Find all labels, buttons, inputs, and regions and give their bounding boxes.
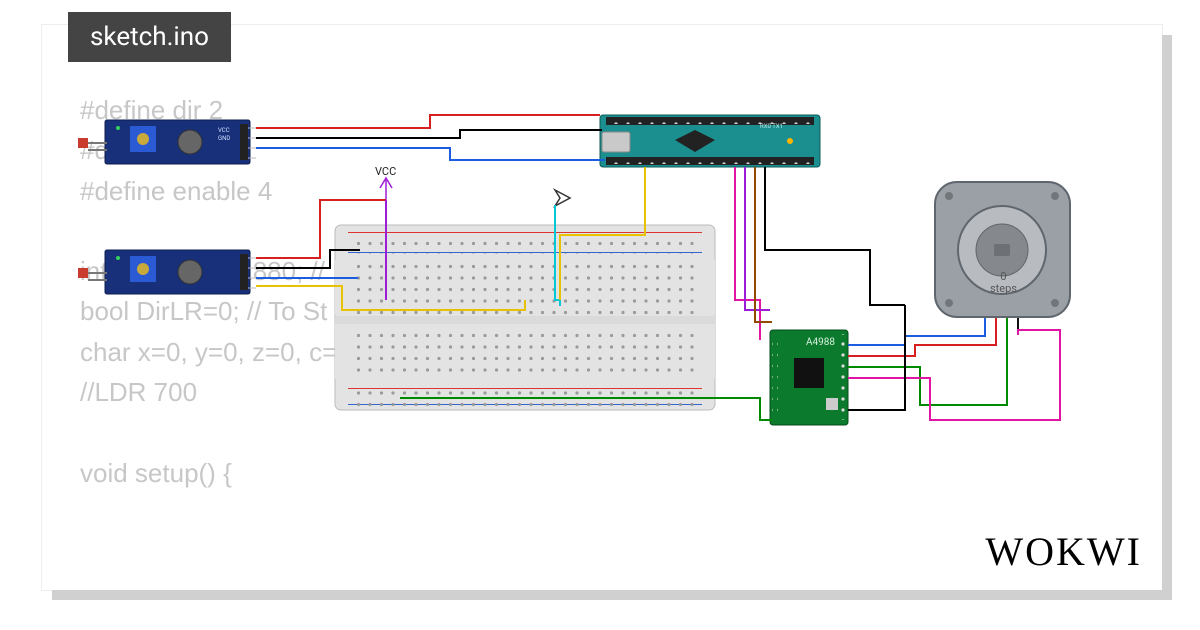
svg-text:RX0 TX1: RX0 TX1 — [760, 123, 783, 130]
stepper-steps-unit: steps — [990, 282, 1017, 295]
arduino-nano[interactable]: RX0 TX1 — [600, 115, 820, 167]
probe-arrow-icon — [555, 190, 570, 206]
vcc-arrow-icon — [380, 178, 392, 200]
vcc-label: VCC — [375, 165, 396, 178]
svg-text:A4988: A4988 — [806, 337, 835, 348]
stepper-readout: 0 steps — [990, 271, 1017, 295]
svg-text:GND: GND — [218, 135, 230, 142]
ldr-module-1[interactable]: VCC GND — [78, 120, 256, 164]
file-tab[interactable]: sketch.ino — [68, 12, 231, 62]
stepper-steps-value: 0 — [1000, 270, 1006, 283]
breadboard[interactable] — [335, 225, 715, 410]
stepper-motor[interactable] — [935, 182, 1070, 335]
ldr-module-2[interactable] — [78, 250, 256, 294]
svg-text:VCC: VCC — [218, 127, 230, 134]
a4988-driver[interactable]: A4988 — [770, 330, 848, 425]
brand-logo: WOKWI — [985, 528, 1142, 575]
